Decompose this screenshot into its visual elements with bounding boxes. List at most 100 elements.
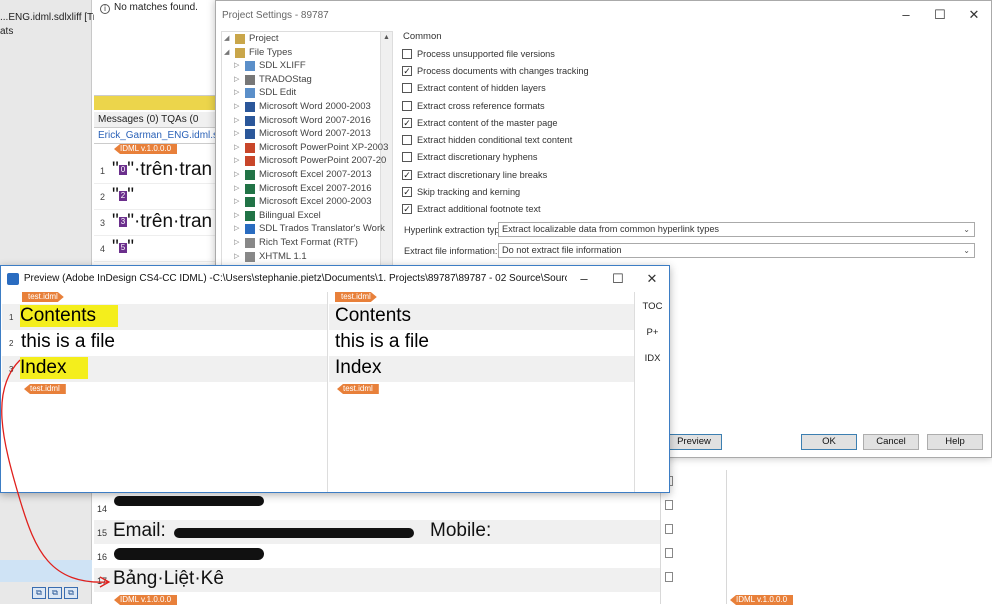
- expand-arrow-icon[interactable]: ▷: [234, 182, 239, 196]
- expand-arrow-icon[interactable]: ▷: [234, 250, 239, 264]
- option-row[interactable]: ✓ Extract content of the master page: [399, 114, 987, 131]
- option-row[interactable]: ✓ Extract additional footnote text: [399, 201, 987, 218]
- chevron-down-icon: ⌄: [963, 246, 970, 256]
- expand-arrow-icon[interactable]: ▷: [234, 195, 239, 209]
- option-row[interactable]: Extract hidden conditional text content: [399, 131, 987, 148]
- tree-item[interactable]: ▷ Bilingual Excel: [222, 209, 392, 223]
- tree-item[interactable]: ▷ Microsoft Word 2007-2016: [222, 114, 392, 128]
- segment-text: " 5 ": [112, 237, 134, 258]
- preview-row[interactable]: 3 Index: [2, 356, 327, 382]
- expand-arrow-icon[interactable]: ▷: [234, 222, 239, 236]
- segment-row[interactable]: 1 " 0 "·trên·tran: [94, 158, 216, 184]
- messages-tab-label[interactable]: Messages (0) TQAs (0: [98, 114, 198, 125]
- option-row[interactable]: ✓ Extract discretionary line breaks: [399, 166, 987, 183]
- left-panel-selection[interactable]: [0, 560, 92, 582]
- option-label: Extract cross reference formats: [417, 100, 545, 111]
- preview-row[interactable]: this is a file: [329, 330, 634, 356]
- ok-button[interactable]: OK: [801, 434, 857, 450]
- option-checkbox[interactable]: ✓: [402, 65, 412, 76]
- cancel-button[interactable]: Cancel: [863, 434, 919, 450]
- close-icon[interactable]: ✕: [635, 271, 669, 287]
- option-checkbox[interactable]: [402, 83, 412, 94]
- tree-item-label: Rich Text Format (RTF): [259, 236, 358, 248]
- option-checkbox[interactable]: ✓: [402, 187, 412, 198]
- segment-row[interactable]: 4 " 5 ": [94, 236, 216, 262]
- tree-item[interactable]: ▷ SDL XLIFF: [222, 59, 392, 73]
- expand-arrow-icon[interactable]: ▷: [234, 59, 239, 73]
- option-row[interactable]: Extract cross reference formats: [399, 97, 987, 114]
- option-checkbox[interactable]: ✓: [402, 204, 412, 215]
- hyperlink-select[interactable]: Extract localizable data from common hyp…: [498, 222, 975, 238]
- option-checkbox[interactable]: [402, 135, 412, 146]
- segment-row[interactable]: 3 " 3 "·trên·tran: [94, 210, 216, 236]
- expand-arrow-icon[interactable]: ▷: [234, 114, 239, 128]
- option-checkbox[interactable]: ✓: [402, 117, 412, 128]
- paragraph-button[interactable]: P+: [636, 320, 669, 346]
- segment-number: 4: [100, 244, 106, 254]
- help-button[interactable]: Help: [927, 434, 983, 450]
- toc-button[interactable]: TOC: [636, 294, 669, 320]
- tree-item[interactable]: ▷ XHTML 1.1: [222, 250, 392, 264]
- expand-arrow-icon[interactable]: ◢: [224, 32, 229, 46]
- tree-item[interactable]: ▷ Microsoft PowerPoint 2007-20: [222, 154, 392, 168]
- tree-item[interactable]: ▷ SDL Edit: [222, 86, 392, 100]
- tree-item[interactable]: ▷ Microsoft Word 2000-2003: [222, 100, 392, 114]
- tree-item[interactable]: ◢ File Types: [222, 46, 392, 60]
- idx-button[interactable]: IDX: [636, 346, 669, 372]
- segment-number: 15: [97, 528, 108, 538]
- tree-item[interactable]: ▷ SDL Trados Translator's Work: [222, 222, 392, 236]
- option-checkbox[interactable]: [402, 48, 412, 59]
- expand-arrow-icon[interactable]: ▷: [234, 100, 239, 114]
- option-checkbox[interactable]: [402, 152, 412, 163]
- expand-arrow-icon[interactable]: ▷: [234, 73, 239, 87]
- segment-row[interactable]: 16: [94, 544, 660, 568]
- minimize-icon[interactable]: –: [889, 7, 923, 23]
- option-checkbox[interactable]: ✓: [402, 169, 412, 180]
- expand-arrow-icon[interactable]: ▷: [234, 236, 239, 250]
- expand-icon[interactable]: ⧉: [64, 587, 78, 599]
- option-row[interactable]: Extract discretionary hyphens: [399, 149, 987, 166]
- tree-item[interactable]: ▷ Microsoft Excel 2000-2003: [222, 195, 392, 209]
- segment-row[interactable]: 14: [94, 496, 660, 520]
- option-row[interactable]: ✓ Skip tracking and kerning: [399, 183, 987, 200]
- fileinfo-select[interactable]: Do not extract file information ⌄: [498, 243, 975, 259]
- tree-item[interactable]: ▷ Microsoft PowerPoint XP-2003: [222, 141, 392, 155]
- segment-row[interactable]: 17 Bảng·Liệt·Kê: [94, 568, 660, 592]
- tree-item[interactable]: ▷ Microsoft Excel 2007-2016: [222, 182, 392, 196]
- close-icon[interactable]: ✕: [957, 7, 991, 23]
- tree-item[interactable]: ▷ Microsoft Excel 2007-2013: [222, 168, 392, 182]
- maximize-icon[interactable]: ☐: [923, 7, 957, 23]
- tree-item[interactable]: ▷ Microsoft Word 2007-2013: [222, 127, 392, 141]
- expand-arrow-icon[interactable]: ▷: [234, 141, 239, 155]
- expand-arrow-icon[interactable]: ◢: [224, 46, 229, 60]
- tree-item[interactable]: ▷ Rich Text Format (RTF): [222, 236, 392, 250]
- segment-row[interactable]: 2 " 2 ": [94, 184, 216, 210]
- expand-arrow-icon[interactable]: ▷: [234, 168, 239, 182]
- option-row[interactable]: Process unsupported file versions: [399, 45, 987, 62]
- expand-icon[interactable]: ⧉: [48, 587, 62, 599]
- expand-icon[interactable]: ⧉: [32, 587, 46, 599]
- option-row[interactable]: Extract content of hidden layers: [399, 80, 987, 97]
- expand-arrow-icon[interactable]: ▷: [234, 154, 239, 168]
- option-checkbox[interactable]: [402, 100, 412, 111]
- dialog-buttons: Help: [927, 434, 983, 450]
- preview-button[interactable]: Preview: [666, 434, 722, 450]
- file-name-link[interactable]: Erick_Garman_ENG.idml.sdlxli: [94, 130, 216, 144]
- preview-row[interactable]: 2 this is a file: [2, 330, 327, 356]
- minimize-icon[interactable]: –: [567, 271, 601, 287]
- messages-tabs[interactable]: Messages (0) TQAs (0: [94, 112, 216, 128]
- settings-tree[interactable]: ▲ ◢ Project ◢ File Types ▷ SDL XLIFF ▷ TRADOSta…: [221, 31, 393, 267]
- tree-item-label: Microsoft Excel 2000-2003: [259, 196, 372, 208]
- expand-arrow-icon[interactable]: ▷: [234, 209, 239, 223]
- expand-arrow-icon[interactable]: ▷: [234, 86, 239, 100]
- dialog-buttons: Cancel: [863, 434, 919, 450]
- preview-row[interactable]: 1 Contents: [2, 304, 327, 330]
- tree-item[interactable]: ▷ TRADOStag: [222, 73, 392, 87]
- preview-row[interactable]: Contents: [329, 304, 634, 330]
- option-row[interactable]: ✓ Process documents with changes tracking: [399, 62, 987, 79]
- expand-arrow-icon[interactable]: ▷: [234, 127, 239, 141]
- preview-row[interactable]: Index: [329, 356, 634, 382]
- maximize-icon[interactable]: ☐: [601, 271, 635, 287]
- tree-item[interactable]: ◢ Project: [222, 32, 392, 46]
- segment-row[interactable]: 15 Email: Mobile:: [94, 520, 660, 544]
